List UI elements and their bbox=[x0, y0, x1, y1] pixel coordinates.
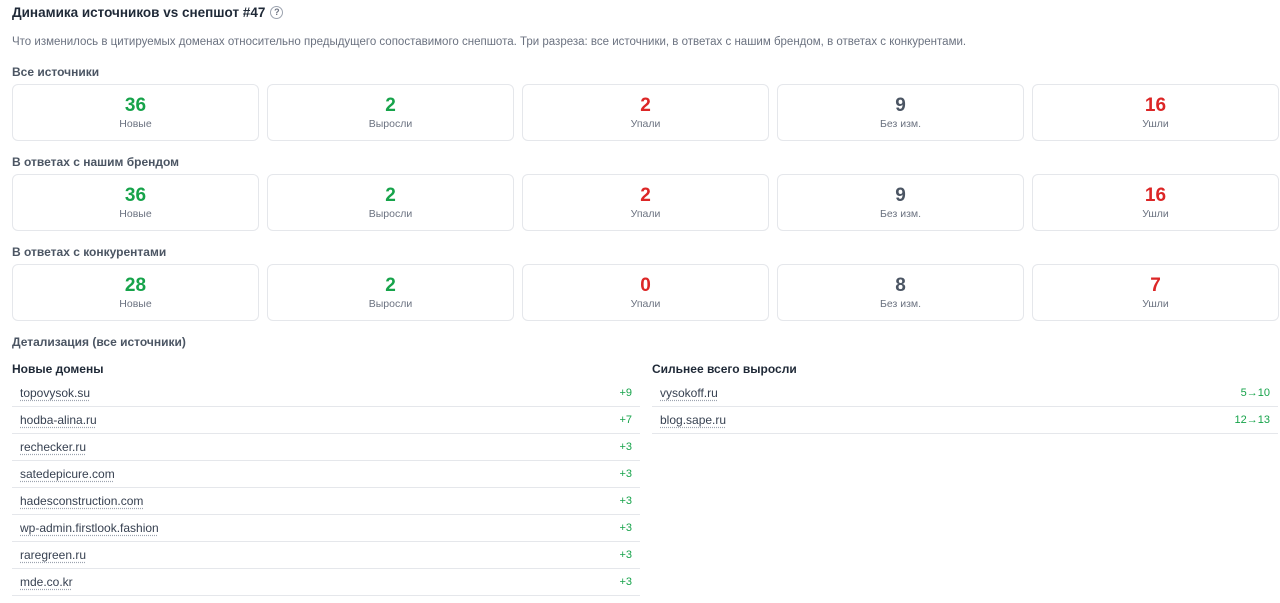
stat-value: 2 bbox=[640, 185, 651, 206]
stat-card-grew: 2 Выросли bbox=[267, 264, 514, 321]
stat-label: Новые bbox=[119, 118, 152, 130]
stat-value: 9 bbox=[895, 95, 906, 116]
domain-link[interactable]: mde.co.kr bbox=[20, 575, 73, 589]
stat-label: Упали bbox=[630, 298, 661, 310]
domain-link[interactable]: topovysok.su bbox=[20, 386, 90, 400]
stat-value: 16 bbox=[1144, 185, 1167, 206]
new-domains-list: Новые домены topovysok.su +9 hodba-alina… bbox=[12, 362, 640, 596]
help-icon[interactable]: ? bbox=[270, 5, 284, 19]
domain-link[interactable]: vysokoff.ru bbox=[660, 386, 718, 400]
grew-most-title: Сильнее всего выросли bbox=[652, 362, 797, 376]
page-title: Динамика источников vs снепшот #47 bbox=[12, 4, 266, 20]
stat-label: Выросли bbox=[368, 208, 413, 220]
delta-value: 12→13 bbox=[1234, 414, 1270, 426]
list-item: topovysok.su +9 bbox=[12, 380, 640, 407]
delta-value: +9 bbox=[619, 387, 632, 399]
delta-value: +3 bbox=[619, 549, 632, 561]
delta-value: +3 bbox=[619, 576, 632, 588]
section-title-with-competitors: В ответах с конкурентами bbox=[12, 245, 167, 259]
section-title-with-brand: В ответах с нашим брендом bbox=[12, 155, 180, 169]
stat-label: Ушли bbox=[1142, 118, 1169, 130]
stats-with-brand: 36 Новые 2 Выросли 2 Упали 9 Без изм. 16… bbox=[12, 174, 1279, 231]
stat-card-gone: 7 Ушли bbox=[1032, 264, 1279, 321]
stat-label: Упали bbox=[630, 118, 661, 130]
list-item: mde.co.kr +3 bbox=[12, 569, 640, 596]
stat-label: Новые bbox=[119, 298, 152, 310]
domain-link[interactable]: hadesconstruction.com bbox=[20, 494, 143, 508]
stat-card-fell: 2 Упали bbox=[522, 174, 769, 231]
stat-card-unchanged: 8 Без изм. bbox=[777, 264, 1024, 321]
stat-label: Ушли bbox=[1142, 208, 1169, 220]
list-item: hodba-alina.ru +7 bbox=[12, 407, 640, 434]
grew-most-list: Сильнее всего выросли vysokoff.ru 5→10 b… bbox=[652, 362, 1278, 434]
stat-value: 16 bbox=[1144, 95, 1167, 116]
stat-card-grew: 2 Выросли bbox=[267, 174, 514, 231]
stat-value: 2 bbox=[385, 185, 396, 206]
stat-label: Без изм. bbox=[879, 298, 922, 310]
stat-value: 8 bbox=[895, 275, 906, 296]
domain-link[interactable]: blog.sape.ru bbox=[660, 413, 726, 427]
stat-card-unchanged: 9 Без изм. bbox=[777, 174, 1024, 231]
new-domains-title: Новые домены bbox=[12, 362, 104, 376]
list-item: hadesconstruction.com +3 bbox=[12, 488, 640, 515]
stat-card-gone: 16 Ушли bbox=[1032, 174, 1279, 231]
stat-label: Выросли bbox=[368, 298, 413, 310]
stat-value: 7 bbox=[1150, 275, 1161, 296]
list-item: rechecker.ru +3 bbox=[12, 434, 640, 461]
list-item: satedepicure.com +3 bbox=[12, 461, 640, 488]
header: Динамика источников vs снепшот #47 ? bbox=[12, 3, 284, 21]
stat-value: 2 bbox=[385, 95, 396, 116]
stat-card-grew: 2 Выросли bbox=[267, 84, 514, 141]
delta-value: +3 bbox=[619, 522, 632, 534]
stat-card-fell: 2 Упали bbox=[522, 84, 769, 141]
domain-link[interactable]: wp-admin.firstlook.fashion bbox=[20, 521, 159, 535]
stats-all-sources: 36 Новые 2 Выросли 2 Упали 9 Без изм. 16… bbox=[12, 84, 1279, 141]
section-title-all-sources: Все источники bbox=[12, 65, 100, 79]
stat-label: Без изм. bbox=[879, 208, 922, 220]
stat-card-fell: 0 Упали bbox=[522, 264, 769, 321]
stat-label: Выросли bbox=[368, 118, 413, 130]
delta-value: +3 bbox=[619, 495, 632, 507]
delta-value: +3 bbox=[619, 441, 632, 453]
stat-label: Упали bbox=[630, 208, 661, 220]
delta-value: +3 bbox=[619, 468, 632, 480]
domain-link[interactable]: satedepicure.com bbox=[20, 467, 115, 481]
domain-link[interactable]: hodba-alina.ru bbox=[20, 413, 97, 427]
stat-value: 36 bbox=[124, 95, 147, 116]
domain-link[interactable]: rechecker.ru bbox=[20, 440, 86, 454]
list-item: vysokoff.ru 5→10 bbox=[652, 380, 1278, 407]
stat-card-new: 28 Новые bbox=[12, 264, 259, 321]
stat-value: 9 bbox=[895, 185, 906, 206]
detail-title: Детализация (все источники) bbox=[12, 335, 186, 349]
stat-value: 2 bbox=[640, 95, 651, 116]
page: Динамика источников vs снепшот #47 ? Что… bbox=[0, 0, 1280, 603]
stat-label: Ушли bbox=[1142, 298, 1169, 310]
stat-value: 2 bbox=[385, 275, 396, 296]
delta-value: 5→10 bbox=[1240, 387, 1270, 399]
stat-card-new: 36 Новые bbox=[12, 84, 259, 141]
page-subtitle: Что изменилось в цитируемых доменах отно… bbox=[12, 36, 967, 48]
stats-with-competitors: 28 Новые 2 Выросли 0 Упали 8 Без изм. 7 … bbox=[12, 264, 1279, 321]
stat-card-new: 36 Новые bbox=[12, 174, 259, 231]
stat-card-gone: 16 Ушли bbox=[1032, 84, 1279, 141]
domain-link[interactable]: raregreen.ru bbox=[20, 548, 86, 562]
list-item: blog.sape.ru 12→13 bbox=[652, 407, 1278, 434]
list-item: wp-admin.firstlook.fashion +3 bbox=[12, 515, 640, 542]
stat-value: 28 bbox=[124, 275, 147, 296]
list-item: raregreen.ru +3 bbox=[12, 542, 640, 569]
delta-value: +7 bbox=[619, 414, 632, 426]
stat-label: Без изм. bbox=[879, 118, 922, 130]
stat-card-unchanged: 9 Без изм. bbox=[777, 84, 1024, 141]
stat-value: 36 bbox=[124, 185, 147, 206]
stat-value: 0 bbox=[640, 275, 651, 296]
stat-label: Новые bbox=[119, 208, 152, 220]
